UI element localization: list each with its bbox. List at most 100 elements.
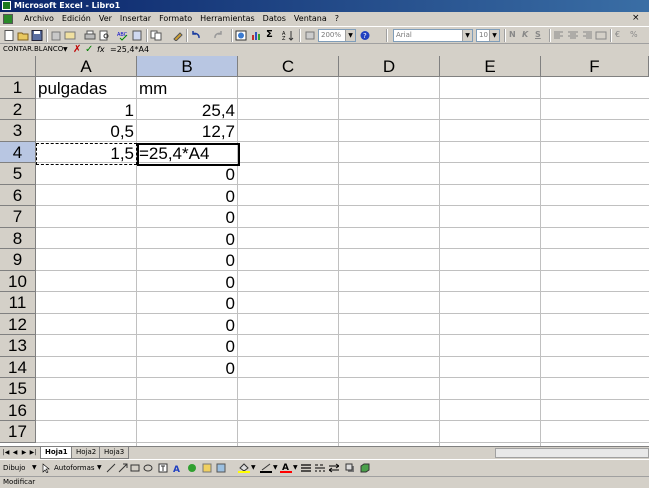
menu-herramientas[interactable]: Herramientas bbox=[196, 12, 259, 26]
chevron-down-icon[interactable]: ▼ bbox=[63, 44, 68, 55]
row-header-13[interactable]: 13 bbox=[0, 335, 36, 357]
tab-hoja3[interactable]: Hoja3 bbox=[99, 447, 130, 459]
euro-button[interactable]: € bbox=[615, 30, 620, 39]
cell-b8[interactable]: 0 bbox=[137, 229, 235, 250]
cancel-icon[interactable]: ✗ bbox=[73, 44, 81, 55]
chevron-down-icon[interactable]: ▼ bbox=[273, 464, 278, 471]
clip-art-icon[interactable] bbox=[202, 463, 212, 473]
cell-a2[interactable]: 1 bbox=[36, 100, 134, 121]
cell-b1[interactable]: mm bbox=[137, 78, 238, 99]
menu-insertar[interactable]: Insertar bbox=[116, 12, 155, 26]
chevron-down-icon[interactable]: ▼ bbox=[489, 30, 499, 41]
last-sheet-icon[interactable]: ▶| bbox=[29, 448, 37, 458]
chevron-down-icon[interactable]: ▼ bbox=[97, 464, 102, 471]
line-icon[interactable] bbox=[106, 463, 116, 473]
cell-b2[interactable]: 25,4 bbox=[137, 100, 235, 121]
menu-formato[interactable]: Formato bbox=[155, 12, 196, 26]
email-icon[interactable] bbox=[64, 30, 76, 41]
underline-button[interactable]: S bbox=[535, 30, 541, 39]
save-icon[interactable] bbox=[31, 30, 43, 41]
insert-function-icon[interactable]: fx bbox=[97, 44, 105, 55]
chevron-down-icon[interactable]: ▼ bbox=[251, 464, 256, 471]
dibujo-menu[interactable]: Dibujo bbox=[3, 463, 25, 473]
row-header-17[interactable]: 17 bbox=[0, 421, 36, 443]
tab-hoja2[interactable]: Hoja2 bbox=[71, 447, 102, 459]
arrow-style-icon[interactable] bbox=[329, 463, 339, 473]
autoformas-menu[interactable]: Autoformas bbox=[54, 463, 95, 473]
permission-icon[interactable] bbox=[50, 30, 62, 41]
shadow-style-icon[interactable] bbox=[345, 463, 355, 473]
row-header-14[interactable]: 14 bbox=[0, 356, 36, 378]
row-header-1[interactable]: 1 bbox=[0, 77, 36, 99]
fill-color-icon[interactable] bbox=[238, 463, 250, 473]
chevron-down-icon[interactable]: ▼ bbox=[462, 30, 472, 41]
align-right-icon[interactable] bbox=[581, 30, 593, 41]
font-select[interactable]: Arial ▼ bbox=[393, 29, 473, 42]
help-icon[interactable]: ? bbox=[359, 30, 371, 41]
chevron-down-icon[interactable]: ▼ bbox=[345, 30, 355, 41]
select-all-corner[interactable] bbox=[0, 56, 36, 77]
row-header-11[interactable]: 11 bbox=[0, 292, 36, 314]
workbook-icon[interactable] bbox=[3, 14, 13, 24]
dash-style-icon[interactable] bbox=[315, 463, 325, 473]
zoom-select[interactable]: 200% ▼ bbox=[318, 29, 356, 42]
print-preview-icon[interactable] bbox=[98, 30, 110, 41]
row-header-8[interactable]: 8 bbox=[0, 227, 36, 249]
row-header-2[interactable]: 2 bbox=[0, 98, 36, 120]
new-icon[interactable] bbox=[3, 30, 15, 41]
spelling-icon[interactable]: ABC bbox=[117, 30, 129, 41]
rectangle-icon[interactable] bbox=[130, 463, 140, 473]
menu-archivo[interactable]: Archivo bbox=[20, 12, 58, 26]
column-header-b[interactable]: B bbox=[137, 56, 238, 77]
tab-hoja1[interactable]: Hoja1 bbox=[40, 447, 73, 459]
row-header-5[interactable]: 5 bbox=[0, 163, 36, 185]
first-sheet-icon[interactable]: |◀ bbox=[2, 448, 10, 458]
text-box-icon[interactable] bbox=[158, 463, 168, 473]
cell-b7[interactable]: 0 bbox=[137, 207, 235, 228]
undo-icon[interactable] bbox=[190, 30, 202, 41]
arrow-icon[interactable] bbox=[118, 463, 128, 473]
sort-ascending-icon[interactable]: AZ bbox=[282, 30, 294, 41]
horizontal-scrollbar[interactable] bbox=[495, 448, 649, 458]
oval-icon[interactable] bbox=[143, 463, 153, 473]
menu-edicion[interactable]: Edición bbox=[58, 12, 95, 26]
copy-icon[interactable] bbox=[150, 30, 162, 41]
diagram-icon[interactable] bbox=[187, 463, 197, 473]
row-header-15[interactable]: 15 bbox=[0, 378, 36, 400]
cell-b9[interactable]: 0 bbox=[137, 250, 235, 271]
percent-button[interactable]: % bbox=[630, 30, 638, 39]
row-header-12[interactable]: 12 bbox=[0, 313, 36, 335]
cell-b5[interactable]: 0 bbox=[137, 164, 235, 185]
row-header-7[interactable]: 7 bbox=[0, 206, 36, 228]
chevron-down-icon[interactable]: ▼ bbox=[293, 464, 298, 471]
column-header-c[interactable]: C bbox=[238, 56, 339, 77]
menu-ver[interactable]: Ver bbox=[95, 12, 116, 26]
cell-b14[interactable]: 0 bbox=[137, 358, 235, 379]
italic-button[interactable]: K bbox=[522, 30, 528, 39]
close-workbook-icon[interactable]: × bbox=[632, 14, 641, 23]
3d-style-icon[interactable] bbox=[360, 463, 370, 473]
cell-b11[interactable]: 0 bbox=[137, 293, 235, 314]
select-objects-icon[interactable] bbox=[42, 463, 50, 473]
cell-b12[interactable]: 0 bbox=[137, 315, 235, 336]
enter-icon[interactable]: ✓ bbox=[85, 44, 93, 55]
row-header-9[interactable]: 9 bbox=[0, 249, 36, 271]
row-header-3[interactable]: 3 bbox=[0, 120, 36, 142]
wordart-icon[interactable]: A bbox=[172, 463, 182, 473]
drawing-icon[interactable] bbox=[304, 30, 316, 41]
cell-a3[interactable]: 0,5 bbox=[36, 121, 134, 142]
open-icon[interactable] bbox=[17, 30, 29, 41]
next-sheet-icon[interactable]: ▶ bbox=[20, 448, 28, 458]
worksheet-grid[interactable]: A B C D E F 1 pulgadas mm 2 1 25,4 3 0,5 12,7 4 1,5 =25,4… bbox=[0, 56, 649, 446]
menu-datos[interactable]: Datos bbox=[259, 12, 290, 26]
font-size-select[interactable]: 10 ▼ bbox=[476, 29, 500, 42]
row-header-4[interactable]: 4 bbox=[0, 141, 36, 163]
column-header-e[interactable]: E bbox=[440, 56, 541, 77]
row-header-6[interactable]: 6 bbox=[0, 184, 36, 206]
align-left-icon[interactable] bbox=[553, 30, 565, 41]
bold-button[interactable]: N bbox=[509, 30, 516, 39]
cell-b10[interactable]: 0 bbox=[137, 272, 235, 293]
menu-help[interactable]: ? bbox=[331, 12, 343, 26]
chart-wizard-icon[interactable] bbox=[250, 30, 262, 41]
name-box[interactable]: CONTAR.BLANCO ▼ bbox=[1, 44, 73, 55]
